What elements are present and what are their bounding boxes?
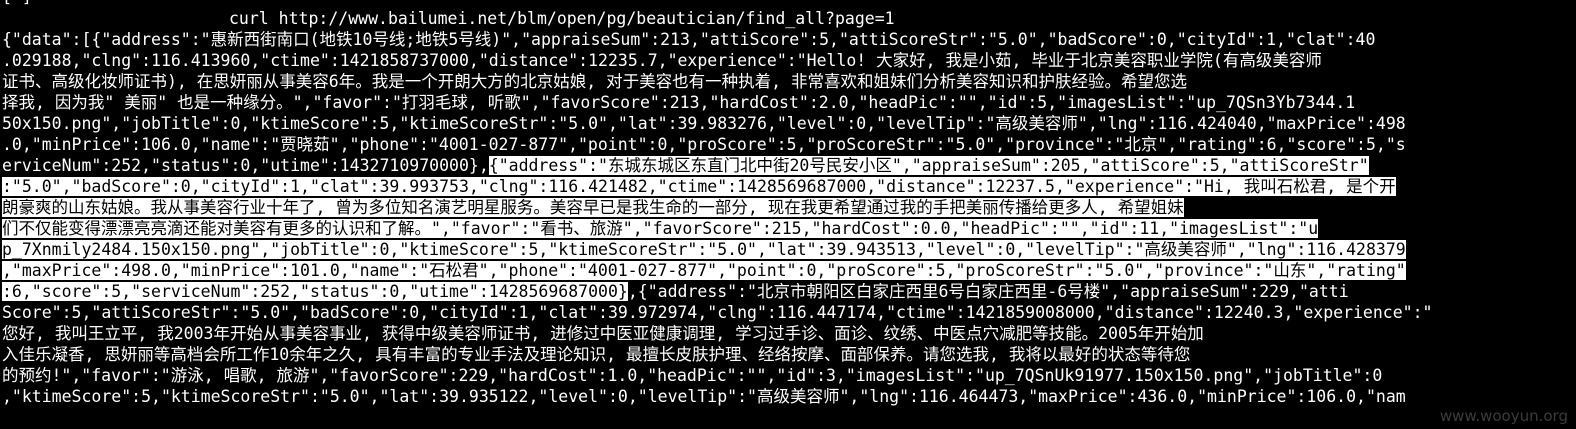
output-line: :"5.0","badScore":0,"cityId":1,"clat":39… [2,176,1574,197]
output-text: 50x150.png","jobTitle":0,"ktimeScore":5,… [2,114,1406,133]
selected-text: ,"maxPrice":498.0,"minPrice":101.0,"name… [2,261,1406,280]
selected-text: {"address":"东城东城区东直门北中街20号民安小区","apprais… [488,156,1369,175]
output-text: .029188,"clng":116.413960,"ctime":142185… [2,51,1322,70]
output-text: 您好, 我叫王立平, 我2003年开始从事美容事业, 获得中级美容师证书, 进修… [2,324,1204,343]
output-line: .029188,"clng":116.413960,"ctime":142185… [2,50,1574,71]
output-line: ,"maxPrice":498.0,"minPrice":101.0,"name… [2,260,1574,281]
previous-output-text: [ ] [2,0,32,7]
output-line: 朗豪爽的山东姑娘。我从事美容行业十年了, 曾为多位知名演艺明星服务。美容早已是我… [2,197,1574,218]
output-line: erviceNum":252,"status":0,"utime":143271… [2,155,1574,176]
output-line: .0,"minPrice":106.0,"name":"贾晓茹","phone"… [2,134,1574,155]
terminal-window[interactable]: [ ] curl http://www.bailumei.net/blm/ope… [0,0,1576,429]
selected-text: 们不仅能变得漂漂亮亮滴还能对美容有更多的认识和了解。","favor":"看书、… [2,219,1319,238]
selected-text: 朗豪爽的山东姑娘。我从事美容行业十年了, 曾为多位知名演艺明星服务。美容早已是我… [2,198,1184,217]
previous-output-line: [ ] [2,0,1574,8]
selected-text: :6,"score":5,"serviceNum":252,"status":0… [2,282,628,301]
output-text: erviceNum":252,"status":0,"utime":143271… [2,156,489,175]
output-text: .0,"minPrice":106.0,"name":"贾晓茹","phone"… [2,135,1406,154]
output-line: 您好, 我叫王立平, 我2003年开始从事美容事业, 获得中级美容师证书, 进修… [2,323,1574,344]
output-text: 入佳乐凝香, 思妍丽等高档会所工作10余年之久, 具有丰富的专业手法及理论知识,… [2,345,1191,364]
selected-text: :"5.0","badScore":0,"cityId":1,"clat":39… [2,177,1396,196]
output-line: 们不仅能变得漂漂亮亮滴还能对美容有更多的认识和了解。","favor":"看书、… [2,218,1574,239]
output-text: Score":5,"attiScoreStr":"5.0","badScore"… [2,303,1433,322]
output-text: 的预约!","favor":"游泳, 唱歌, 旅游","favorScore":… [2,366,1383,385]
output-line: ,"ktimeScore":5,"ktimeScoreStr":"5.0","l… [2,386,1574,407]
output-line: {"data":[{"address":"惠新西街南口(地铁10号线;地铁5号线… [2,29,1574,50]
output-line: 择我, 因为我" 美丽" 也是一种缘分。","favor":"打羽毛球, 听歌"… [2,92,1574,113]
output-line: Score":5,"attiScoreStr":"5.0","badScore"… [2,302,1574,323]
output-line: 证书、高级化妆师证书), 在思妍丽从事美容6年。我是一个开朗大方的北京姑娘, 对… [2,71,1574,92]
output-text: {"data":[{"address":"惠新西街南口(地铁10号线;地铁5号线… [2,30,1376,49]
output-text: 证书、高级化妆师证书), 在思妍丽从事美容6年。我是一个开朗大方的北京姑娘, 对… [2,72,1187,91]
output-line: 50x150.png","jobTitle":0,"ktimeScore":5,… [2,113,1574,134]
json-output[interactable]: {"data":[{"address":"惠新西街南口(地铁10号线;地铁5号线… [2,29,1574,407]
output-text: ,"ktimeScore":5,"ktimeScoreStr":"5.0","l… [2,387,1406,406]
output-line: :6,"score":5,"serviceNum":252,"status":0… [2,281,1574,302]
output-text: 择我, 因为我" 美丽" 也是一种缘分。","favor":"打羽毛球, 听歌"… [2,93,1356,112]
output-line: 的预约!","favor":"游泳, 唱歌, 旅游","favorScore":… [2,365,1574,386]
output-text: ,{"address":"北京市朝阳区白家庄西里6号白家庄西里-6号楼","ap… [627,282,1349,301]
output-line: 入佳乐凝香, 思妍丽等高档会所工作10余年之久, 具有丰富的专业手法及理论知识,… [2,344,1574,365]
command-line: curl http://www.bailumei.net/blm/open/pg… [229,9,895,28]
watermark-text: www.wooyun.org [1439,407,1568,425]
output-line: p_7Xnmily2484.150x150.png","jobTitle":0,… [2,239,1574,260]
selected-text: p_7Xnmily2484.150x150.png","jobTitle":0,… [2,240,1406,259]
